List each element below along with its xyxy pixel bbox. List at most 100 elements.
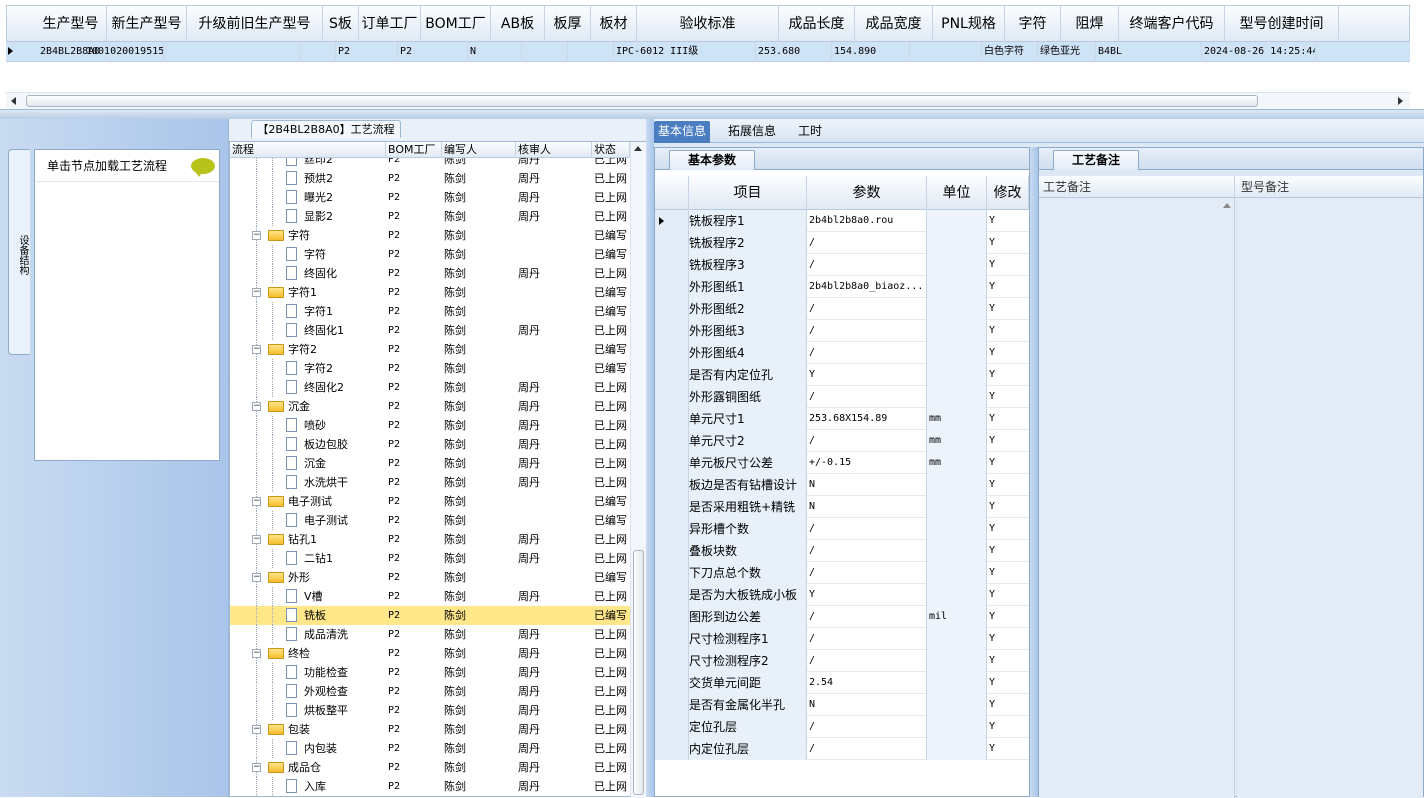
param-mod[interactable]: Y: [987, 298, 1029, 320]
param-row[interactable]: 尺寸检测程序2/ Y: [655, 650, 1029, 672]
param-value[interactable]: 253.68X154.89: [807, 408, 927, 430]
row-indicator[interactable]: [655, 386, 689, 408]
param-value[interactable]: N: [807, 694, 927, 716]
tree-row[interactable]: − 字符 P2 陈剑 已编写: [230, 226, 630, 245]
param-value[interactable]: Y: [807, 364, 927, 386]
param-row[interactable]: 是否为大板铣成小板 Y Y: [655, 584, 1029, 606]
scroll-up-icon[interactable]: [1223, 203, 1231, 208]
process-note-textarea[interactable]: [1039, 198, 1235, 798]
param-unit[interactable]: mil: [927, 606, 987, 628]
tab-work-hours[interactable]: 工时: [794, 121, 826, 143]
param-unit[interactable]: [927, 364, 987, 386]
scroll-left-icon[interactable]: [11, 97, 16, 105]
param-row[interactable]: 下刀点总个数 / Y: [655, 562, 1029, 584]
row-indicator[interactable]: [655, 650, 689, 672]
param-value[interactable]: /: [807, 232, 927, 254]
param-unit[interactable]: [927, 496, 987, 518]
param-mod[interactable]: Y: [987, 694, 1029, 716]
row-indicator[interactable]: [655, 430, 689, 452]
tab-basic-info[interactable]: 基本信息: [654, 121, 711, 143]
column-header[interactable]: 成品长度: [779, 6, 855, 43]
tree-row[interactable]: 字符1 P2 陈剑 已编写: [230, 302, 630, 321]
column-header[interactable]: 字符: [1005, 6, 1061, 43]
tree-row[interactable]: 外观检查 P2 陈剑 周丹 已上网: [230, 682, 630, 701]
tree-row[interactable]: 电子测试 P2 陈剑 已编写: [230, 511, 630, 530]
tree-row[interactable]: − 终检 P2 陈剑 周丹 已上网: [230, 644, 630, 663]
param-unit[interactable]: [927, 474, 987, 496]
param-mod[interactable]: Y: [987, 540, 1029, 562]
param-row[interactable]: 交货单元间距 2.54 Y: [655, 672, 1029, 694]
horizontal-scrollbar[interactable]: [6, 92, 1410, 109]
param-unit[interactable]: [927, 298, 987, 320]
tree-row[interactable]: − 钻孔1 P2 陈剑 周丹 已上网: [230, 530, 630, 549]
row-indicator[interactable]: [655, 364, 689, 386]
param-unit[interactable]: mm: [927, 408, 987, 430]
tree-column-header[interactable]: BOM工厂: [386, 142, 442, 158]
table-cell[interactable]: 白色字符: [982, 42, 1038, 62]
row-indicator[interactable]: [655, 584, 689, 606]
tree-row[interactable]: 沉金 P2 陈剑 周丹 已上网: [230, 454, 630, 473]
column-header[interactable]: 型号创建时间: [1225, 6, 1339, 43]
column-header[interactable]: 生产型号: [35, 6, 107, 43]
param-unit[interactable]: [927, 562, 987, 584]
param-row[interactable]: 铣板程序1 2b4bl2b8a0.rou Y: [655, 210, 1029, 232]
tree-row[interactable]: 曝光2 P2 陈剑 周丹 已上网: [230, 188, 630, 207]
param-value[interactable]: Y: [807, 584, 927, 606]
row-indicator[interactable]: [655, 518, 689, 540]
param-row[interactable]: 尺寸检测程序1/ Y: [655, 628, 1029, 650]
tree-row[interactable]: 显影2 P2 陈剑 周丹 已上网: [230, 207, 630, 226]
tree-row[interactable]: − 字符1 P2 陈剑 已编写: [230, 283, 630, 302]
header-param[interactable]: 参数: [807, 176, 927, 210]
row-indicator[interactable]: [655, 606, 689, 628]
param-value[interactable]: /: [807, 650, 927, 672]
param-mod[interactable]: Y: [987, 584, 1029, 606]
param-value[interactable]: /: [807, 298, 927, 320]
column-header[interactable]: 板材: [591, 6, 637, 43]
param-mod[interactable]: Y: [987, 628, 1029, 650]
table-cell[interactable]: [910, 42, 982, 62]
param-unit[interactable]: [927, 694, 987, 716]
param-row[interactable]: 外形图纸1 2b4bl2b8a0_biaoz... Y: [655, 276, 1029, 298]
param-mod[interactable]: Y: [987, 276, 1029, 298]
collapse-icon[interactable]: −: [252, 573, 261, 582]
tree-row[interactable]: V槽 P2 陈剑 周丹 已上网: [230, 587, 630, 606]
param-unit[interactable]: [927, 672, 987, 694]
column-header[interactable]: S板: [323, 6, 359, 43]
tree-row[interactable]: 终固化2 P2 陈剑 周丹 已上网: [230, 378, 630, 397]
tab-process-notes[interactable]: 工艺备注: [1053, 150, 1139, 170]
collapse-icon[interactable]: −: [252, 535, 261, 544]
table-cell[interactable]: [522, 42, 568, 62]
table-cell[interactable]: N: [468, 42, 522, 62]
param-unit[interactable]: [927, 320, 987, 342]
param-row[interactable]: 图形到边公差 / mil Y: [655, 606, 1029, 628]
horizontal-splitter[interactable]: [0, 110, 1424, 119]
tree-row[interactable]: 字符2 P2 陈剑 已编写: [230, 359, 630, 378]
param-unit[interactable]: [927, 276, 987, 298]
param-value[interactable]: /: [807, 540, 927, 562]
param-value[interactable]: 2b4bl2b8a0_biaoz...: [807, 276, 927, 298]
collapse-icon[interactable]: −: [252, 288, 261, 297]
column-header[interactable]: 成品宽度: [855, 6, 933, 43]
collapse-icon[interactable]: −: [252, 649, 261, 658]
param-mod[interactable]: Y: [987, 210, 1029, 232]
param-value[interactable]: /: [807, 518, 927, 540]
param-mod[interactable]: Y: [987, 716, 1029, 738]
param-unit[interactable]: [927, 584, 987, 606]
tree-row[interactable]: 铣板 P2 陈剑 已编写: [230, 606, 630, 625]
param-unit[interactable]: [927, 540, 987, 562]
column-header[interactable]: BOM工厂: [421, 6, 491, 43]
scroll-up-icon[interactable]: [634, 146, 642, 151]
collapse-icon[interactable]: −: [252, 345, 261, 354]
column-header[interactable]: 升级前旧生产型号: [187, 6, 323, 43]
scrollbar-thumb[interactable]: [26, 95, 1258, 107]
param-row[interactable]: 异形槽个数 / Y: [655, 518, 1029, 540]
param-value[interactable]: /: [807, 254, 927, 276]
header-unit[interactable]: 单位: [927, 176, 987, 210]
tree-row[interactable]: 烘板整平 P2 陈剑 周丹 已上网: [230, 701, 630, 720]
column-header[interactable]: 终端客户代码: [1119, 6, 1225, 43]
collapse-icon[interactable]: −: [252, 497, 261, 506]
param-mod[interactable]: Y: [987, 672, 1029, 694]
param-unit[interactable]: [927, 342, 987, 364]
vertical-splitter[interactable]: [1030, 147, 1038, 797]
row-indicator[interactable]: [655, 408, 689, 430]
